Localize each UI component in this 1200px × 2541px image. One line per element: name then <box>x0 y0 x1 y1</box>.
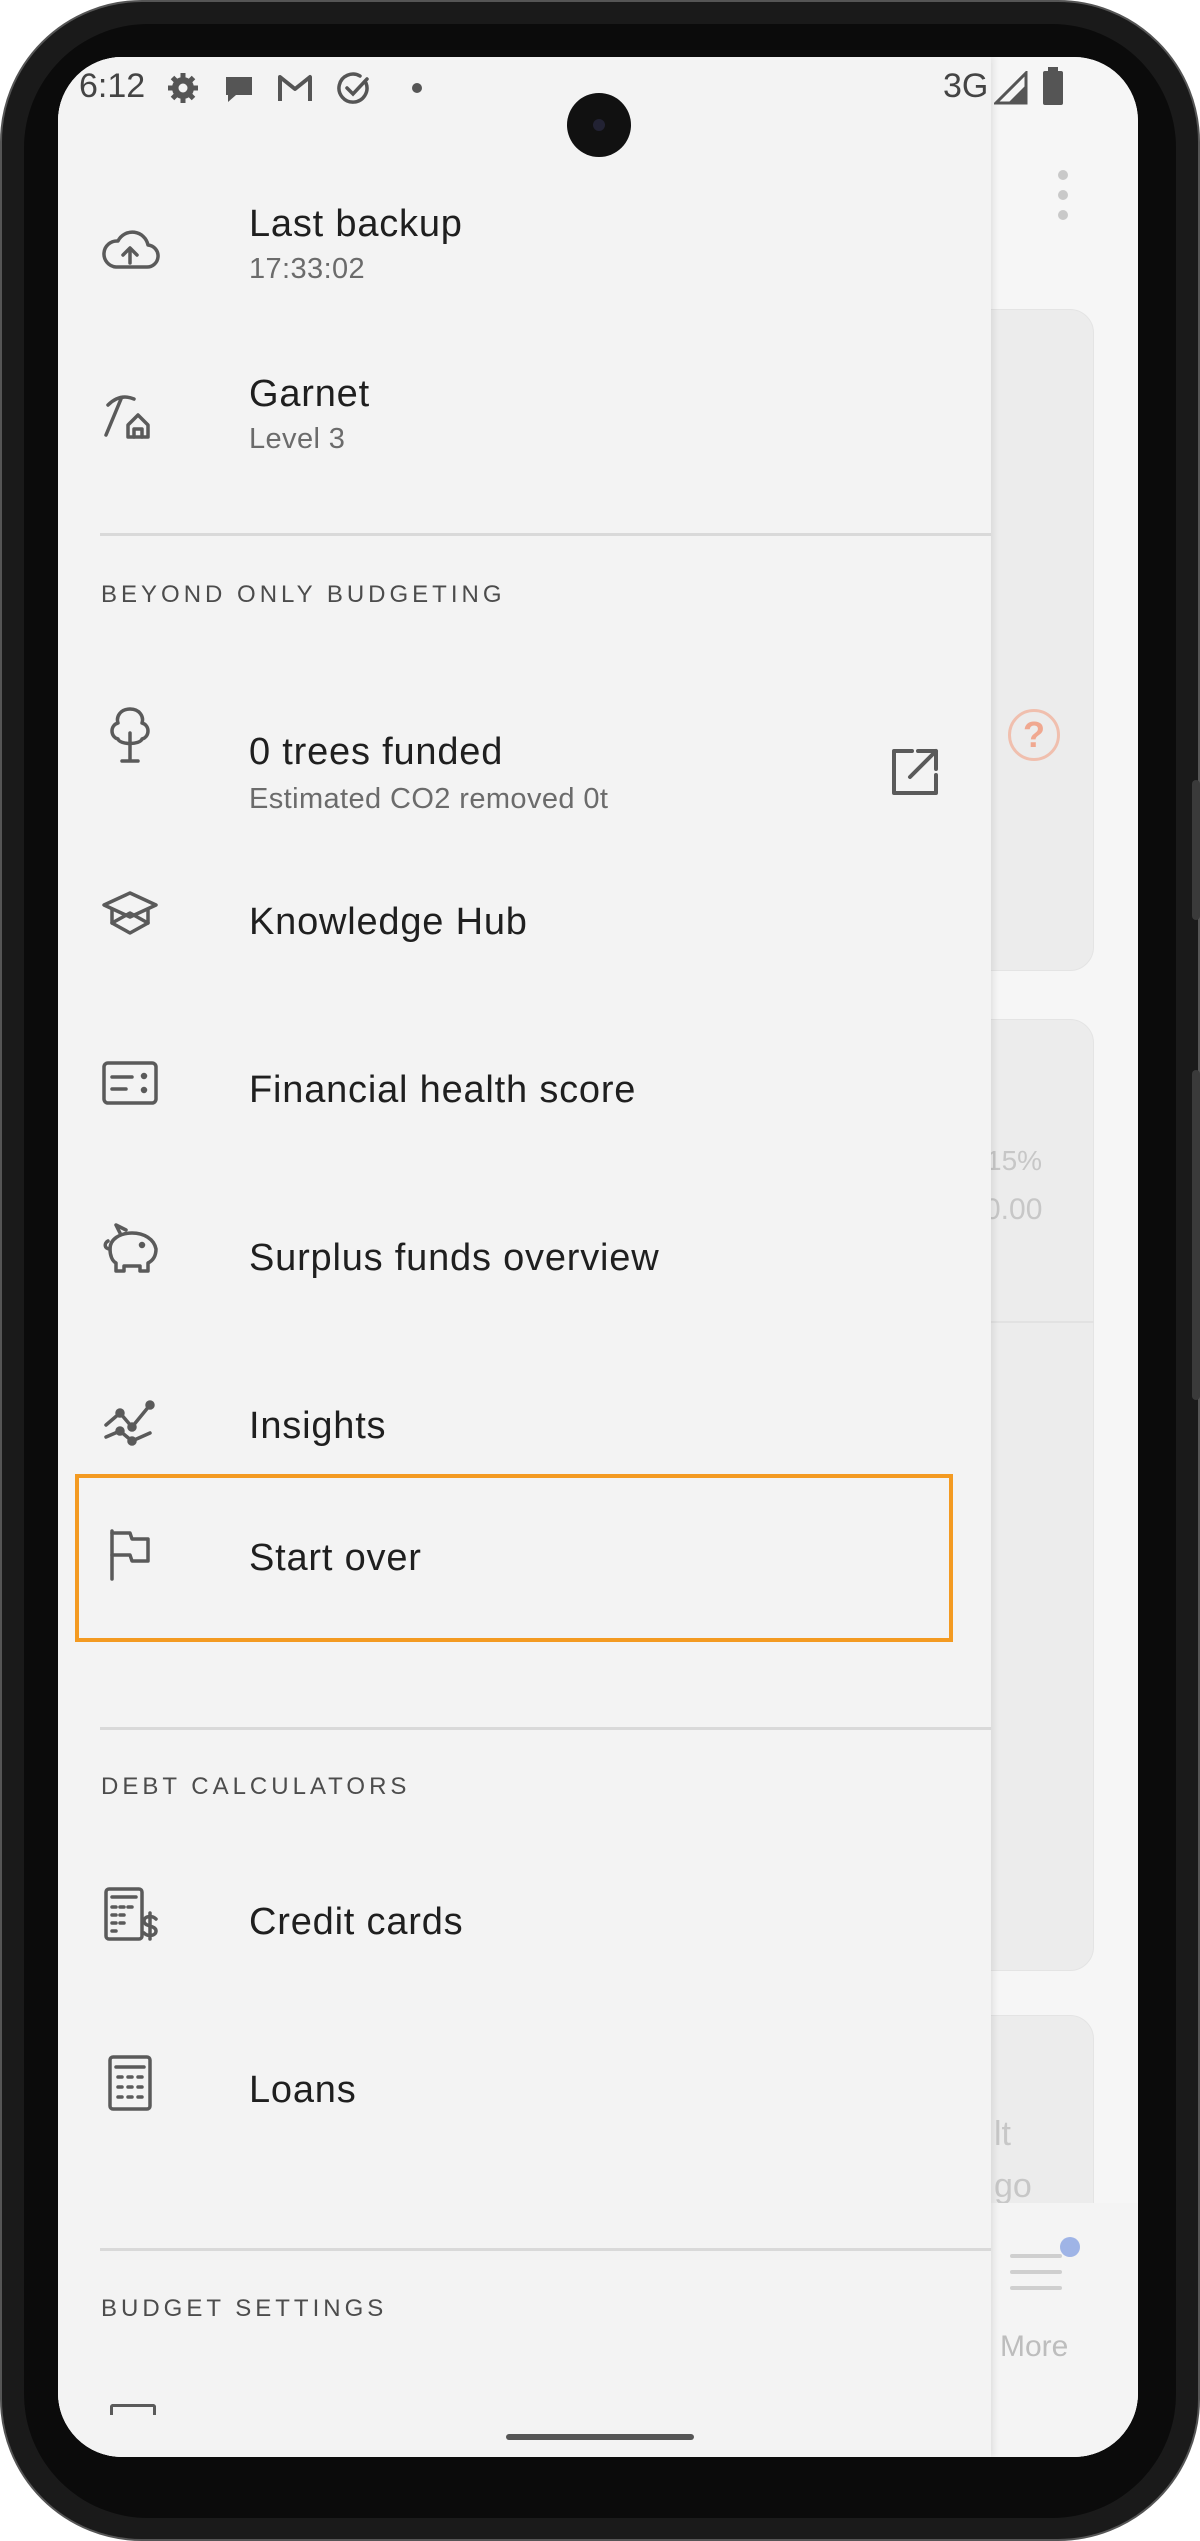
help-circle-icon[interactable]: ? <box>1008 709 1060 761</box>
signal-icon <box>994 71 1028 105</box>
drawer-item-start-over[interactable]: Start over <box>58 1477 991 1639</box>
check-circle-icon <box>336 71 372 107</box>
section-header-beyond-budgeting: BEYOND ONLY BUDGETING <box>101 581 506 608</box>
divider <box>100 533 991 536</box>
divider <box>100 1727 991 1730</box>
drawer-item-credit-cards[interactable]: Credit cards <box>58 1857 991 2007</box>
chat-icon <box>222 71 256 105</box>
navigation-drawer: Last backup 17:33:02 Garnet Level 3 BEYO… <box>58 57 991 2457</box>
drawer-item-loans[interactable]: Loans <box>58 2025 991 2175</box>
ghost-text: go <box>994 2167 1032 2205</box>
notification-dot <box>1060 2237 1080 2257</box>
tree-icon <box>98 703 162 767</box>
network-type: 3G <box>943 67 989 105</box>
ghost-text: 15% <box>986 1145 1043 1176</box>
settings-icon <box>166 71 200 105</box>
drawer-item-title: Last backup <box>249 203 463 245</box>
drawer-item-title: Surplus funds overview <box>249 1237 660 1279</box>
drawer-item-surplus-funds-overview[interactable]: Surplus funds overview <box>58 1193 991 1343</box>
calculator-icon <box>98 2051 162 2115</box>
pickaxe-icon <box>98 385 162 449</box>
side-button-power <box>1192 780 1200 920</box>
status-time: 6:12 <box>79 67 146 105</box>
drawer-item-title: Start over <box>249 1537 422 1579</box>
drawer-item-title: Insights <box>249 1405 387 1447</box>
graduation-cap-icon <box>98 883 162 947</box>
section-header-debt-calculators: DEBT CALCULATORS <box>101 1773 411 1800</box>
calculator-dollar-icon <box>98 1883 162 1947</box>
scorecard-icon <box>98 1051 162 1115</box>
front-camera <box>567 93 631 157</box>
drawer-item-title: Garnet <box>249 373 370 415</box>
drawer-item-garnet[interactable]: Garnet Level 3 <box>58 357 991 507</box>
drawer-item-subtitle: 17:33:02 <box>249 253 366 285</box>
ghost-text: 0.00 <box>984 1193 1043 1226</box>
drawer-item-subtitle: Level 3 <box>249 423 346 455</box>
drawer-item-financial-health-score[interactable]: Financial health score <box>58 1025 991 1175</box>
drawer-item-knowledge-hub[interactable]: Knowledge Hub <box>58 857 991 1007</box>
home-indicator[interactable] <box>506 2434 694 2440</box>
battery-icon <box>1042 67 1064 107</box>
more-vert-icon[interactable] <box>1058 170 1070 230</box>
bottom-nav-more-label[interactable]: More <box>1000 2330 1068 2364</box>
side-button-volume <box>1192 1070 1200 1400</box>
gmail-icon <box>276 71 314 105</box>
ghost-text: lt <box>994 2115 1011 2153</box>
menu-icon[interactable] <box>1010 2254 1062 2302</box>
drawer-item-title: 0 trees funded <box>249 731 504 773</box>
insights-icon <box>98 1387 162 1451</box>
external-link-icon[interactable] <box>888 745 942 799</box>
drawer-item-title: Loans <box>249 2069 357 2111</box>
drawer-item-title: Credit cards <box>249 1901 464 1943</box>
drawer-item-trees-funded[interactable]: 0 trees funded Estimated CO2 removed 0t <box>58 667 991 817</box>
flag-icon <box>98 1523 162 1587</box>
budget-settings-item-icon-partial <box>110 2404 156 2415</box>
divider <box>100 2248 991 2251</box>
drawer-item-title: Financial health score <box>249 1069 637 1111</box>
dot-icon <box>412 83 422 93</box>
cloud-upload-icon <box>98 219 162 283</box>
piggy-bank-icon <box>98 1219 162 1283</box>
screen: ? 15% 0.00 lt go More Last backup 17:33:… <box>58 57 1138 2457</box>
section-header-budget-settings: BUDGET SETTINGS <box>101 2295 388 2322</box>
drawer-item-subtitle: Estimated CO2 removed 0t <box>249 783 609 815</box>
drawer-item-last-backup[interactable]: Last backup 17:33:02 <box>58 187 991 337</box>
drawer-item-title: Knowledge Hub <box>249 901 528 943</box>
